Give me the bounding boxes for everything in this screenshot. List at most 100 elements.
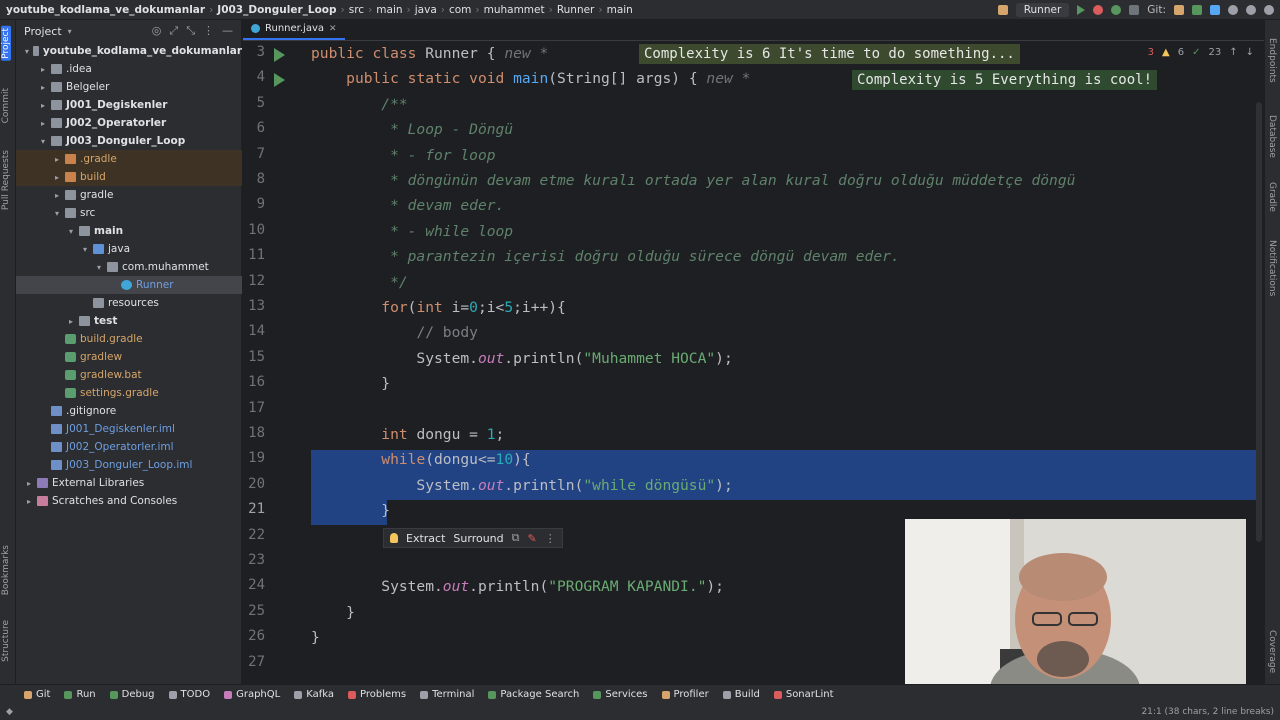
tab-structure[interactable]: Structure — [1, 620, 11, 662]
tree-item[interactable]: ▾ com.muhammet — [16, 258, 242, 276]
breadcrumb-item[interactable]: J003_Donguler_Loop — [217, 4, 336, 16]
code-line[interactable]: while(dongu<=10){ — [311, 450, 530, 470]
code-line[interactable]: * Loop - Döngü — [311, 120, 513, 140]
debug-icon[interactable] — [1093, 4, 1104, 15]
settings-icon[interactable] — [1264, 4, 1274, 15]
tree-item[interactable]: ▸ Belgeler — [16, 78, 242, 96]
tree-item[interactable]: ▾ youtube_kodlama_ve_dokumanlar — [16, 42, 242, 60]
locate-icon[interactable]: ◎ — [152, 24, 162, 38]
tab-endpoints[interactable]: Endpoints — [1267, 38, 1277, 83]
inspection-widget[interactable]: 3 ▲ 6 ✓ 23 ↑ ↓ — [1148, 42, 1254, 62]
tree-item[interactable]: ▸ test — [16, 312, 242, 330]
chevron-icon[interactable]: ▸ — [38, 119, 48, 128]
tree-item[interactable]: ▸ J002_Operatorler — [16, 114, 242, 132]
surround-action[interactable]: Surround — [453, 532, 503, 545]
chevron-icon[interactable]: ▸ — [24, 497, 34, 506]
scrollbar[interactable] — [1256, 102, 1262, 542]
extract-action[interactable]: Extract — [406, 532, 445, 545]
tree-item[interactable]: build.gradle — [16, 330, 242, 348]
code-line[interactable]: * döngünün devam etme kuralı ortada yer … — [311, 171, 1075, 191]
tree-item[interactable]: J001_Degiskenler.iml — [16, 420, 242, 438]
code-line[interactable]: * - for loop — [311, 146, 495, 166]
lightbulb-icon[interactable] — [390, 533, 398, 543]
expand-icon[interactable]: ⤢ — [169, 24, 178, 38]
breadcrumb-item[interactable]: src — [349, 4, 364, 16]
breadcrumb-item[interactable]: Runner — [557, 4, 595, 16]
chevron-down-icon[interactable]: ▾ — [68, 27, 72, 36]
code-line[interactable]: System.out.println("while döngüsü"); — [311, 476, 732, 496]
run-icon[interactable] — [1077, 4, 1086, 15]
tab-notifications[interactable]: Notifications — [1267, 240, 1277, 296]
tree-item[interactable]: settings.gradle — [16, 384, 242, 402]
breadcrumb-item[interactable]: com — [449, 4, 471, 16]
caret-position[interactable]: 21:1 (38 chars, 2 line breaks) — [1141, 707, 1274, 717]
tab-commit[interactable]: Commit — [1, 88, 11, 123]
tool-package-search[interactable]: Package Search — [488, 689, 579, 700]
tree-item[interactable]: .gitignore — [16, 402, 242, 420]
chevron-icon[interactable]: ▾ — [24, 47, 30, 56]
code-line[interactable]: System.out.println("PROGRAM KAPANDI."); — [311, 577, 724, 597]
tree-item[interactable]: J002_Operatorler.iml — [16, 438, 242, 456]
tool-todo[interactable]: TODO — [168, 689, 210, 700]
minimize-icon[interactable]: — — [222, 24, 233, 38]
chevron-icon[interactable]: ▸ — [38, 83, 48, 92]
tree-item[interactable]: ▾ main — [16, 222, 242, 240]
code-line[interactable]: } — [311, 628, 320, 648]
project-title[interactable]: Project — [24, 25, 62, 38]
tree-item[interactable]: ▸ J001_Degiskenler — [16, 96, 242, 114]
run-config-selector[interactable]: Runner — [1015, 2, 1070, 17]
more-icon[interactable]: ⋮ — [203, 24, 214, 38]
tree-item[interactable]: ▸ Scratches and Consoles — [16, 492, 242, 510]
tree-item[interactable]: J003_Donguler_Loop.iml — [16, 456, 242, 474]
code-line[interactable]: } — [311, 501, 390, 521]
code-line[interactable]: } — [311, 374, 390, 394]
tool-graphql[interactable]: GraphQL — [224, 689, 280, 700]
breadcrumb-item[interactable]: java — [415, 4, 437, 16]
tool-problems[interactable]: Problems — [348, 689, 406, 700]
search-icon[interactable] — [1246, 4, 1256, 15]
tree-item[interactable]: ▸ .idea — [16, 60, 242, 78]
tree-item[interactable]: ▸ gradle — [16, 186, 242, 204]
git-push-icon[interactable] — [1210, 4, 1220, 15]
tree-item[interactable]: resources — [16, 294, 242, 312]
code-line[interactable]: // body — [311, 323, 478, 343]
tree-item[interactable]: ▾ J003_Donguler_Loop — [16, 132, 242, 150]
stop-icon[interactable] — [1129, 4, 1140, 15]
chevron-icon[interactable]: ▾ — [38, 137, 48, 146]
tree-item[interactable]: ▸ build — [16, 168, 242, 186]
chevron-icon[interactable]: ▸ — [52, 173, 62, 182]
tab-project[interactable]: Project — [1, 26, 11, 61]
history-icon[interactable] — [1228, 4, 1238, 15]
tab-coverage[interactable]: Coverage — [1267, 630, 1277, 673]
git-update-icon[interactable] — [1174, 4, 1184, 15]
tree-item[interactable]: gradlew.bat — [16, 366, 242, 384]
code-line[interactable]: /** — [311, 95, 407, 115]
chevron-icon[interactable]: ▾ — [94, 263, 104, 272]
chevron-icon[interactable]: ▸ — [24, 479, 34, 488]
tree-item[interactable]: ▾ java — [16, 240, 242, 258]
code-line[interactable]: * parantezin içerisi doğru olduğu sürece… — [311, 247, 900, 267]
pencil-icon[interactable]: ✎ — [528, 532, 537, 545]
breadcrumb-item[interactable]: youtube_kodlama_ve_dokumanlar — [6, 4, 205, 16]
tree-item[interactable]: ▸ External Libraries — [16, 474, 242, 492]
copy-icon[interactable]: ⧉ — [512, 531, 520, 545]
run-gutter-icon[interactable] — [274, 48, 285, 62]
tab-bookmarks[interactable]: Bookmarks — [1, 545, 11, 595]
tool-terminal[interactable]: Terminal — [420, 689, 474, 700]
breadcrumb-item[interactable]: main — [607, 4, 633, 16]
chevron-icon[interactable]: ▾ — [80, 245, 90, 254]
tool-sonarlint[interactable]: SonarLint — [773, 689, 834, 700]
coverage-icon[interactable] — [1111, 4, 1122, 15]
code-line[interactable]: * devam eder. — [311, 196, 504, 216]
git-commit-icon[interactable] — [1192, 4, 1202, 15]
code-line[interactable]: System.out.println("Muhammet HOCA"); — [311, 349, 732, 369]
prev-highlight-icon[interactable]: ↑ — [1229, 47, 1237, 58]
breadcrumb-item[interactable]: muhammet — [484, 4, 545, 16]
code-line[interactable]: int dongu = 1; — [311, 425, 504, 445]
tree-item[interactable]: gradlew — [16, 348, 242, 366]
tree-item[interactable]: Runner — [16, 276, 242, 294]
tool-profiler[interactable]: Profiler — [661, 689, 709, 700]
tool-kafka[interactable]: Kafka — [294, 689, 334, 700]
tool-run[interactable]: Run — [64, 689, 96, 700]
tree-item[interactable]: ▸ .gradle — [16, 150, 242, 168]
